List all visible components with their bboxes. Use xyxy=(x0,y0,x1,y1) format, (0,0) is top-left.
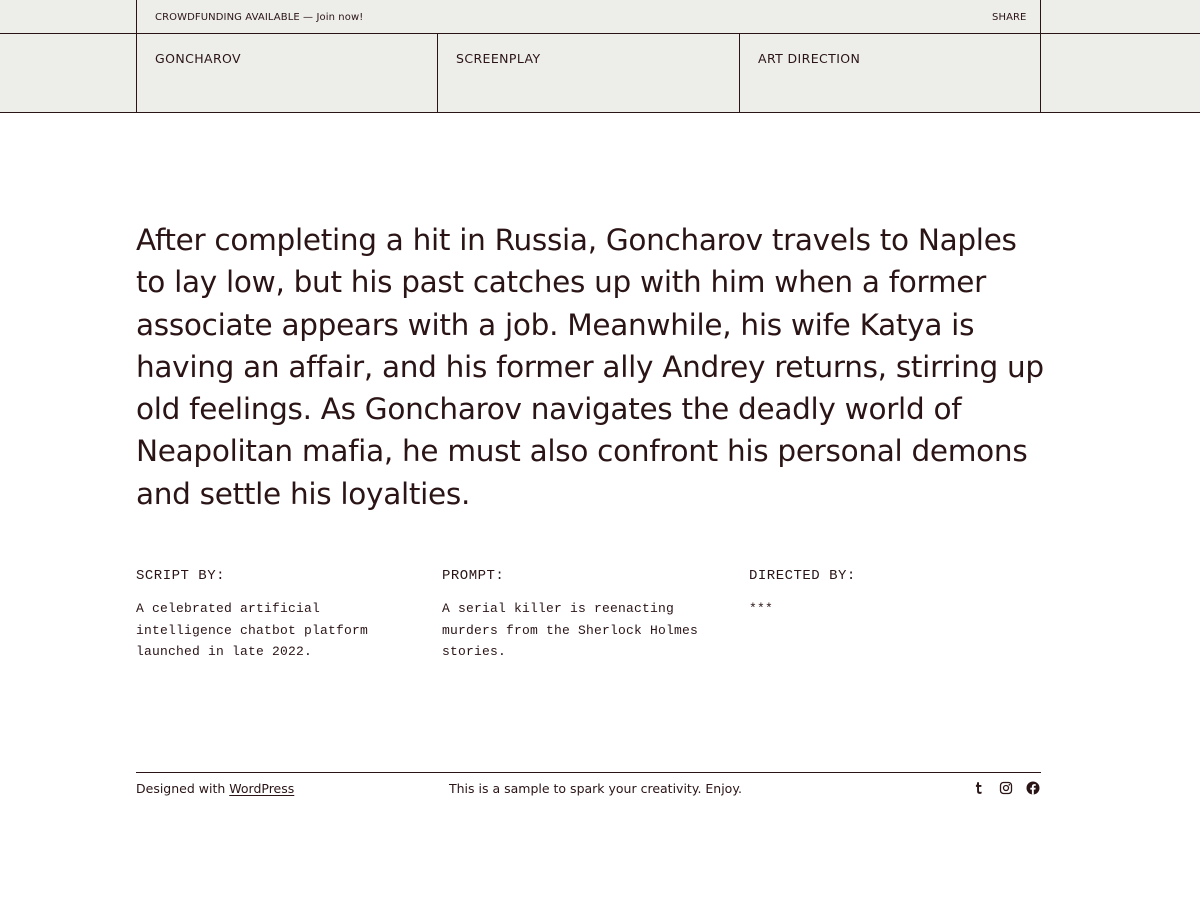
grid-line-4 xyxy=(1040,0,1041,113)
synopsis-paragraph: After completing a hit in Russia, Goncha… xyxy=(136,223,1044,511)
nav-item-screenplay[interactable]: SCREENPLAY xyxy=(456,52,541,66)
nav-item-art-direction[interactable]: ART DIRECTION xyxy=(758,52,860,66)
grid-line-1 xyxy=(136,0,137,113)
wordpress-link[interactable]: WordPress xyxy=(229,781,294,796)
grid-line-3 xyxy=(739,33,740,113)
credit-prompt: PROMPT: A serial killer is reenacting mu… xyxy=(442,568,712,663)
tumblr-icon[interactable] xyxy=(972,781,986,795)
credit-heading: DIRECTED BY: xyxy=(749,568,856,584)
credit-heading: SCRIPT BY: xyxy=(136,568,226,584)
share-link[interactable]: SHARE xyxy=(992,12,1026,24)
footer-divider xyxy=(136,772,1041,773)
nav-item-goncharov[interactable]: GONCHAROV xyxy=(155,52,241,66)
credit-text: A celebrated artificial intelligence cha… xyxy=(136,601,369,659)
grid-line-2 xyxy=(437,33,438,113)
footer-credit: Designed with WordPress xyxy=(136,781,294,796)
instagram-icon[interactable] xyxy=(999,781,1013,795)
facebook-icon[interactable] xyxy=(1026,781,1040,795)
credit-text: A serial killer is reenacting murders fr… xyxy=(442,601,699,659)
footer-tagline: This is a sample to spark your creativit… xyxy=(449,781,742,796)
credit-text: *** xyxy=(749,601,774,616)
crowdfunding-banner-link[interactable]: CROWDFUNDING AVAILABLE — Join now! xyxy=(155,12,363,24)
credit-heading: PROMPT: xyxy=(442,568,505,584)
credit-script-by: SCRIPT BY: A celebrated artificial intel… xyxy=(136,568,406,663)
topbar-divider xyxy=(0,33,1200,34)
footer-credit-prefix: Designed with xyxy=(136,781,230,796)
credit-directed-by: DIRECTED BY: *** xyxy=(749,568,1019,620)
